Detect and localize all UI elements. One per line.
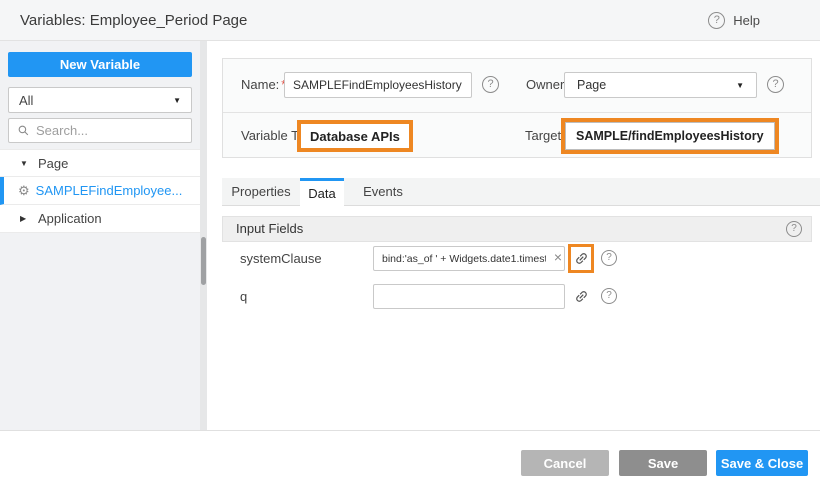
tree-node-label: Page [38,156,68,171]
systemclause-help-icon[interactable]: ? [601,250,617,266]
variable-summary-panel: Name:* ? Owner:* Page ▼ ? Variable Type:… [222,58,812,158]
field-label-systemclause: systemClause [240,246,322,272]
caret-expanded-icon[interactable]: ▼ [20,159,32,168]
new-variable-button[interactable]: New Variable [8,52,192,77]
variable-search[interactable] [8,118,192,143]
help-button[interactable]: ? Help [708,12,760,29]
tree-node-selected-variable[interactable]: ⚙ SAMPLEFindEmployee... [0,177,200,205]
page-title: Variables: Employee_Period Page [20,0,247,41]
cancel-button[interactable]: Cancel [521,450,609,476]
search-input[interactable] [36,123,183,138]
owner-select[interactable]: Page ▼ [564,72,757,98]
header-bar: Variables: Employee_Period Page ? Help [0,0,820,41]
detail-tabs: Properties Data Events [222,178,820,206]
tree-node-label: SAMPLEFindEmployee... [36,183,183,198]
chevron-down-icon: ▼ [736,81,744,90]
tree-node-page[interactable]: ▼ Page [0,149,200,177]
main-content: Name:* ? Owner:* Page ▼ ? Variable Type:… [207,41,820,430]
caret-collapsed-icon[interactable]: ▶ [20,214,32,223]
tab-data[interactable]: Data [300,178,344,207]
systemclause-input-wrap: × [373,246,565,271]
help-label: Help [733,13,760,28]
save-and-close-button[interactable]: Save & Close [716,450,808,476]
variable-type-value: Database APIs [310,129,400,144]
variable-gear-icon: ⚙ [18,183,30,199]
target-value-box: SAMPLE/findEmployeesHistory [565,122,775,150]
variable-type-highlight-box: Database APIs [297,120,413,152]
chevron-down-icon: ▼ [173,96,181,105]
link-icon [570,248,591,269]
tab-properties[interactable]: Properties [222,178,300,206]
name-help-icon[interactable]: ? [482,76,499,93]
filter-selected-value: All [19,93,33,108]
search-icon [17,124,30,137]
variables-sidebar: New Variable All ▼ ▼ Page ⚙ SAMPLEFindEm… [0,41,200,430]
sidebar-scrollbar-track [200,41,207,430]
tree-node-application[interactable]: ▶ Application [0,205,200,233]
link-icon [570,286,591,307]
input-fields-title: Input Fields [236,217,303,241]
q-input[interactable] [373,284,565,309]
clear-icon[interactable]: × [554,250,562,264]
owner-selected-value: Page [577,78,606,92]
panel-divider [223,112,811,113]
input-fields-header: Input Fields ? [222,216,812,242]
target-value: SAMPLE/findEmployeesHistory [576,129,764,143]
target-highlight-box: SAMPLE/findEmployeesHistory [561,118,779,154]
field-label-q: q [240,284,247,310]
sidebar-scrollbar-thumb[interactable] [201,237,206,285]
save-button[interactable]: Save [619,450,707,476]
variable-filter-select[interactable]: All ▼ [8,87,192,113]
owner-help-icon[interactable]: ? [767,76,784,93]
q-input-wrap [373,284,565,309]
tree-node-label: Application [38,211,102,226]
q-help-icon[interactable]: ? [601,288,617,304]
name-label: Name:* [241,72,286,98]
footer-bar: Cancel Save Save & Close [0,430,820,489]
tab-events[interactable]: Events [344,178,422,206]
systemclause-input[interactable] [373,246,565,271]
target-label: Target: [525,120,565,152]
input-fields-help-icon[interactable]: ? [786,221,802,237]
systemclause-bind-button[interactable] [568,244,594,273]
q-bind-button[interactable] [568,282,594,311]
help-question-icon: ? [708,12,725,29]
name-field[interactable] [284,72,472,98]
